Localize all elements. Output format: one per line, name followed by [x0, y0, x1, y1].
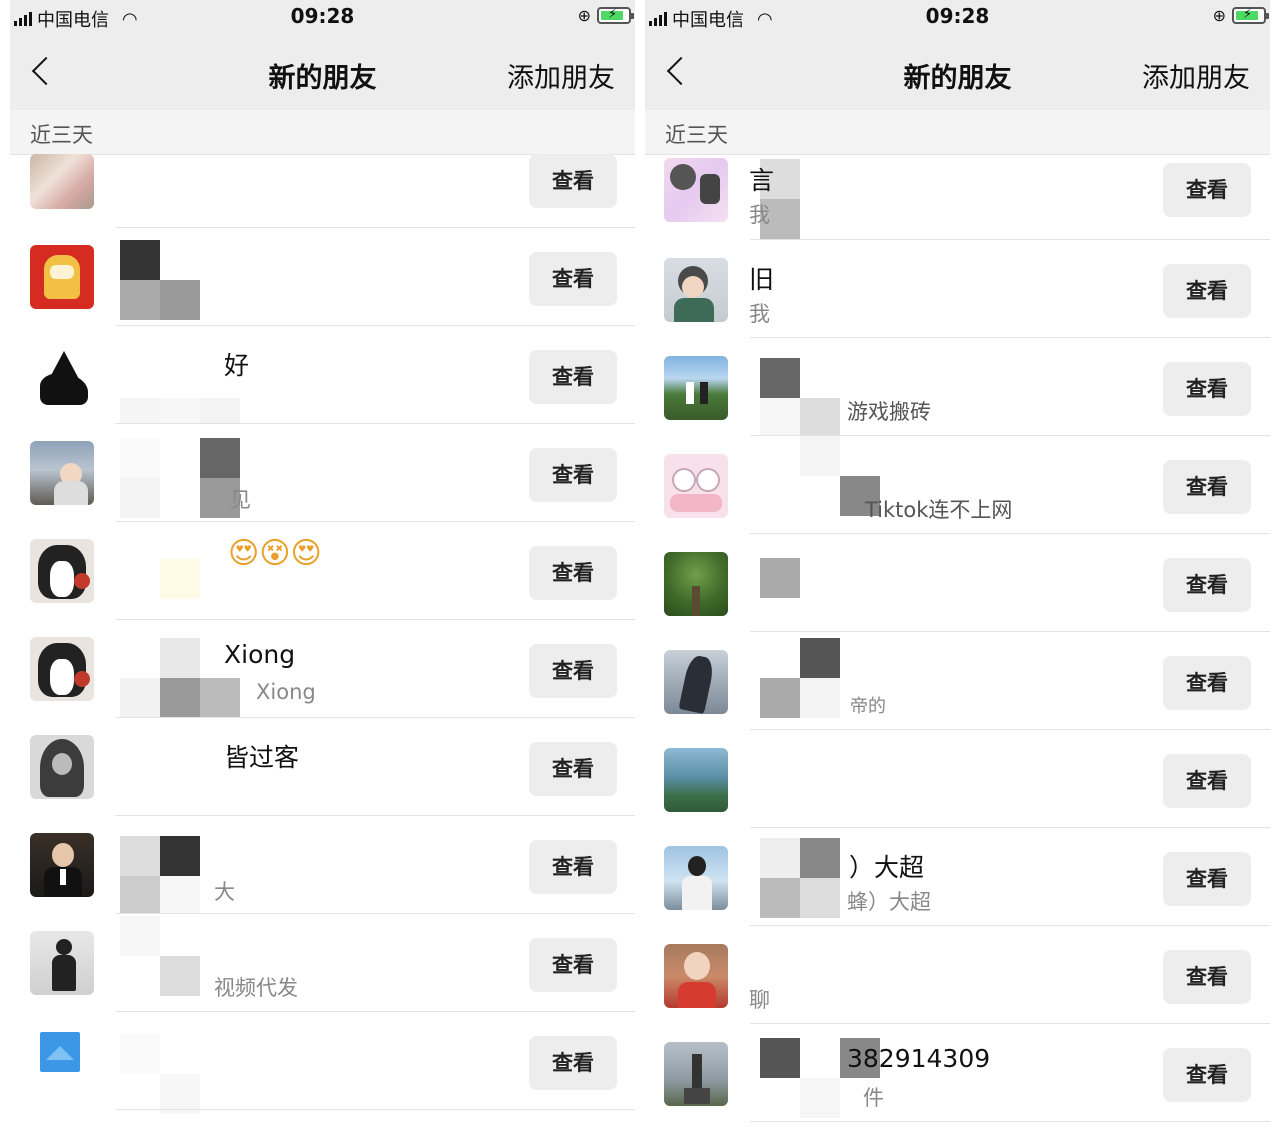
contact-name: 皆过客 — [224, 743, 300, 772]
contact-message: 我 — [749, 302, 770, 326]
view-button[interactable]: 查看 — [529, 252, 617, 306]
avatar — [664, 846, 728, 910]
contact-message: 帝的 — [850, 696, 886, 717]
contact-name: ）大超 — [849, 853, 925, 882]
contact-name: 旧 — [749, 265, 775, 294]
contact-message: Xiong — [256, 680, 316, 704]
avatar — [664, 1042, 728, 1106]
avatar — [30, 343, 94, 407]
avatar — [30, 245, 94, 309]
list-item[interactable]: 视频代发 查看 — [10, 914, 635, 1012]
avatar — [30, 154, 94, 209]
contact-name: 言 — [749, 166, 775, 195]
avatar — [30, 637, 94, 701]
section-header: 近三天 — [10, 110, 635, 155]
contact-message: 蜂）大超 — [847, 890, 931, 914]
status-right: ⊕ ⚡ — [1212, 6, 1269, 25]
view-button[interactable]: 查看 — [1163, 558, 1251, 612]
avatar — [30, 833, 94, 897]
nav-bar: 新的朋友 添加朋友 — [645, 34, 1270, 110]
avatar — [30, 735, 94, 799]
contact-name: 382914309 — [847, 1044, 991, 1073]
status-time: 09:28 — [290, 4, 355, 28]
lock-rotation-icon: ⊕ — [577, 6, 591, 25]
view-button[interactable]: 查看 — [1163, 852, 1251, 906]
view-button[interactable]: 查看 — [529, 154, 617, 208]
view-button[interactable]: 查看 — [529, 840, 617, 894]
view-button[interactable]: 查看 — [529, 644, 617, 698]
list-item[interactable]: 见 查看 — [10, 424, 635, 522]
list-item[interactable]: 查看 — [10, 154, 635, 228]
avatar — [664, 552, 728, 616]
list-item[interactable]: 382914309 件 查看 — [645, 1024, 1270, 1122]
view-button[interactable]: 查看 — [1163, 950, 1251, 1004]
avatar — [664, 650, 728, 714]
right-screen: 中国电信 ◠ 09:28 ⊕ ⚡ 新的朋友 添加朋友 近三天 言 我 查看 旧 … — [645, 0, 1270, 1142]
contact-name: 😍😵😍 — [228, 536, 322, 571]
status-bar: 中国电信 ◠ 09:28 ⊕ ⚡ — [10, 0, 635, 34]
view-button[interactable]: 查看 — [529, 448, 617, 502]
view-button[interactable]: 查看 — [1163, 163, 1251, 217]
contact-message: Tiktok连不上网 — [865, 498, 1013, 522]
contact-message: 视频代发 — [214, 976, 298, 1000]
list-item[interactable]: Tiktok连不上网 查看 — [645, 436, 1270, 534]
section-header: 近三天 — [645, 110, 1270, 155]
add-friend-button[interactable]: 添加朋友 — [1142, 56, 1250, 95]
avatar — [30, 931, 94, 995]
battery-icon: ⚡ — [597, 7, 634, 24]
status-time: 09:28 — [925, 4, 990, 28]
list-item[interactable]: 查看 — [10, 228, 635, 326]
contact-name: 好 — [224, 351, 250, 380]
list-item[interactable]: 帝的 查看 — [645, 632, 1270, 730]
view-button[interactable]: 查看 — [529, 546, 617, 600]
list-item[interactable]: 查看 — [10, 1012, 635, 1114]
view-button[interactable]: 查看 — [1163, 754, 1251, 808]
list-item[interactable]: 😍😵😍 查看 — [10, 522, 635, 620]
nav-bar: 新的朋友 添加朋友 — [10, 34, 635, 110]
battery-icon: ⚡ — [1232, 7, 1269, 24]
view-button[interactable]: 查看 — [529, 938, 617, 992]
view-button[interactable]: 查看 — [1163, 656, 1251, 710]
list-item[interactable]: 游戏搬砖 查看 — [645, 338, 1270, 438]
view-button[interactable]: 查看 — [1163, 264, 1251, 318]
list-item[interactable]: 皆过客 查看 — [10, 718, 635, 816]
avatar — [664, 944, 728, 1008]
avatar — [664, 258, 728, 322]
avatar — [664, 158, 728, 222]
list-item[interactable]: 旧 我 查看 — [645, 240, 1270, 338]
avatar — [664, 356, 728, 420]
list-item[interactable]: 查看 — [645, 730, 1270, 828]
list-item[interactable]: 言 我 查看 — [645, 155, 1270, 240]
list-item[interactable]: 查看 — [645, 534, 1270, 632]
contact-message: 我 — [749, 203, 770, 227]
status-bar: 中国电信 ◠ 09:28 ⊕ ⚡ — [645, 0, 1270, 34]
contact-message: 大 — [214, 880, 235, 904]
list-item[interactable]: 聊 查看 — [645, 926, 1270, 1024]
avatar — [30, 539, 94, 603]
list-item[interactable]: 大 查看 — [10, 816, 635, 916]
avatar — [40, 1032, 80, 1072]
list-item[interactable]: 好 查看 — [10, 326, 635, 438]
view-button[interactable]: 查看 — [529, 742, 617, 796]
view-button[interactable]: 查看 — [529, 1036, 617, 1090]
view-button[interactable]: 查看 — [529, 350, 617, 404]
contact-message: 聊 — [749, 988, 770, 1012]
contact-message: 见 — [230, 488, 251, 512]
contact-message: 游戏搬砖 — [847, 400, 931, 424]
avatar — [664, 748, 728, 812]
avatar — [664, 454, 728, 518]
view-button[interactable]: 查看 — [1163, 460, 1251, 514]
view-button[interactable]: 查看 — [1163, 1048, 1251, 1102]
contact-message: 件 — [863, 1086, 884, 1110]
status-right: ⊕ ⚡ — [577, 6, 634, 25]
avatar — [30, 441, 94, 505]
list-item[interactable]: Xiong Xiong 查看 — [10, 620, 635, 718]
left-screen: 中国电信 ◠ 09:28 ⊕ ⚡ 新的朋友 添加朋友 近三天 查看 查看 好 查… — [10, 0, 635, 1142]
list-item[interactable]: ）大超 蜂）大超 查看 — [645, 828, 1270, 926]
view-button[interactable]: 查看 — [1163, 362, 1251, 416]
lock-rotation-icon: ⊕ — [1212, 6, 1226, 25]
add-friend-button[interactable]: 添加朋友 — [507, 56, 615, 95]
contact-name: Xiong — [224, 640, 296, 669]
